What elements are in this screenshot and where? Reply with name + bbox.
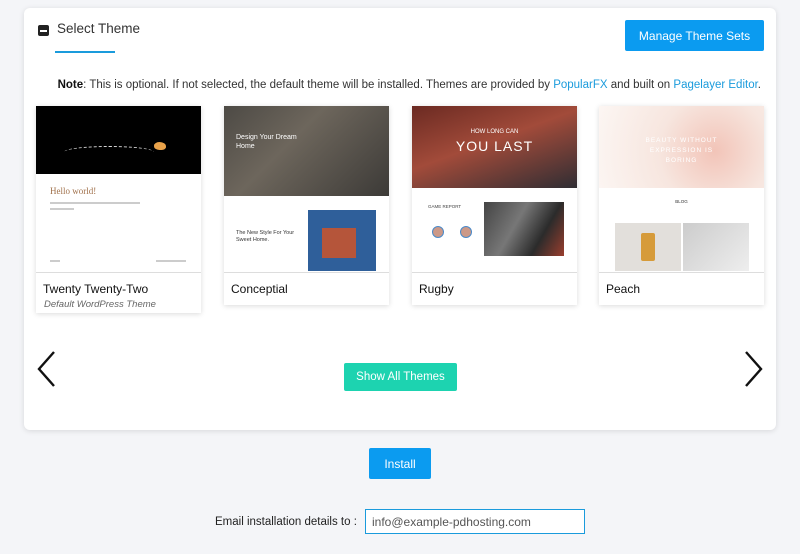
collapse-icon[interactable] xyxy=(38,25,49,36)
thumb-hero xyxy=(224,106,389,196)
thumb-line xyxy=(50,260,60,262)
install-button[interactable]: Install xyxy=(369,448,431,479)
thumb-heading: Design Your Dream Home xyxy=(236,134,297,150)
theme-card-peach[interactable]: BEAUTY WITHOUT EXPRESSION IS BORING BLOG… xyxy=(599,106,764,305)
thumb-flight-path xyxy=(64,146,154,158)
thumb-product-image xyxy=(683,223,749,271)
theme-name: Rugby xyxy=(419,282,454,296)
theme-subtitle: Default WordPress Theme xyxy=(44,299,156,310)
thumb-heading: HOW LONG CAN xyxy=(470,129,519,135)
tab-select-theme[interactable]: Select Theme xyxy=(57,21,140,36)
manage-theme-sets-button[interactable]: Manage Theme Sets xyxy=(625,20,764,51)
show-all-themes-button[interactable]: Show All Themes xyxy=(344,363,457,391)
player-avatar xyxy=(432,226,444,238)
email-field[interactable] xyxy=(365,509,585,534)
theme-card-twenty-twenty-two[interactable]: Hello world! Twenty Twenty-Two Default W… xyxy=(36,106,201,313)
thumb-line xyxy=(50,202,140,204)
theme-name: Conceptial xyxy=(231,282,288,296)
thumb-perfume-image xyxy=(615,223,681,271)
player-avatar xyxy=(460,226,472,238)
theme-thumbnail: Design Your Dream Home The New Style For… xyxy=(224,106,389,273)
bird-image xyxy=(154,142,166,150)
note-text-middle: and built on xyxy=(607,79,674,91)
theme-card-conceptial[interactable]: Design Your Dream Home The New Style For… xyxy=(224,106,389,305)
chevron-left-icon[interactable] xyxy=(34,348,64,390)
popularfx-link[interactable]: PopularFX xyxy=(553,79,607,91)
tab-underline xyxy=(55,51,115,53)
theme-thumbnail: HOW LONG CAN YOU LAST GAME REPORT xyxy=(412,106,577,273)
note-text-end: . xyxy=(757,79,761,91)
note-text: Note: This is optional. If not selected,… xyxy=(24,79,776,91)
chevron-right-icon[interactable] xyxy=(738,348,768,390)
note-text-before: : This is optional. If not selected, the… xyxy=(83,79,554,91)
thumb-line xyxy=(156,260,186,262)
thumb-room-image xyxy=(308,210,376,271)
theme-name: Twenty Twenty-Two xyxy=(43,282,149,296)
theme-thumbnail: Hello world! xyxy=(36,106,201,273)
thumb-header xyxy=(36,106,201,174)
email-label: Email installation details to : xyxy=(215,516,357,528)
theme-thumbnail: BEAUTY WITHOUT EXPRESSION IS BORING BLOG xyxy=(599,106,764,273)
pagelayer-link[interactable]: Pagelayer Editor xyxy=(673,79,757,91)
thumb-headline: YOU LAST xyxy=(455,138,534,154)
thumb-subheading: GAME REPORT xyxy=(428,204,462,209)
thumb-heading: Hello world! xyxy=(50,186,97,196)
theme-card-rugby[interactable]: HOW LONG CAN YOU LAST GAME REPORT Rugby xyxy=(412,106,577,305)
thumb-subheading: The New Style For Your Sweet Home. xyxy=(236,230,295,243)
thumb-heading: BEAUTY WITHOUT EXPRESSION IS BORING xyxy=(645,137,718,164)
note-label: Note xyxy=(57,79,84,91)
thumb-match-photo xyxy=(484,202,564,256)
thumb-line xyxy=(50,208,74,210)
thumb-subheading: BLOG xyxy=(675,199,688,204)
theme-name: Peach xyxy=(606,282,641,296)
